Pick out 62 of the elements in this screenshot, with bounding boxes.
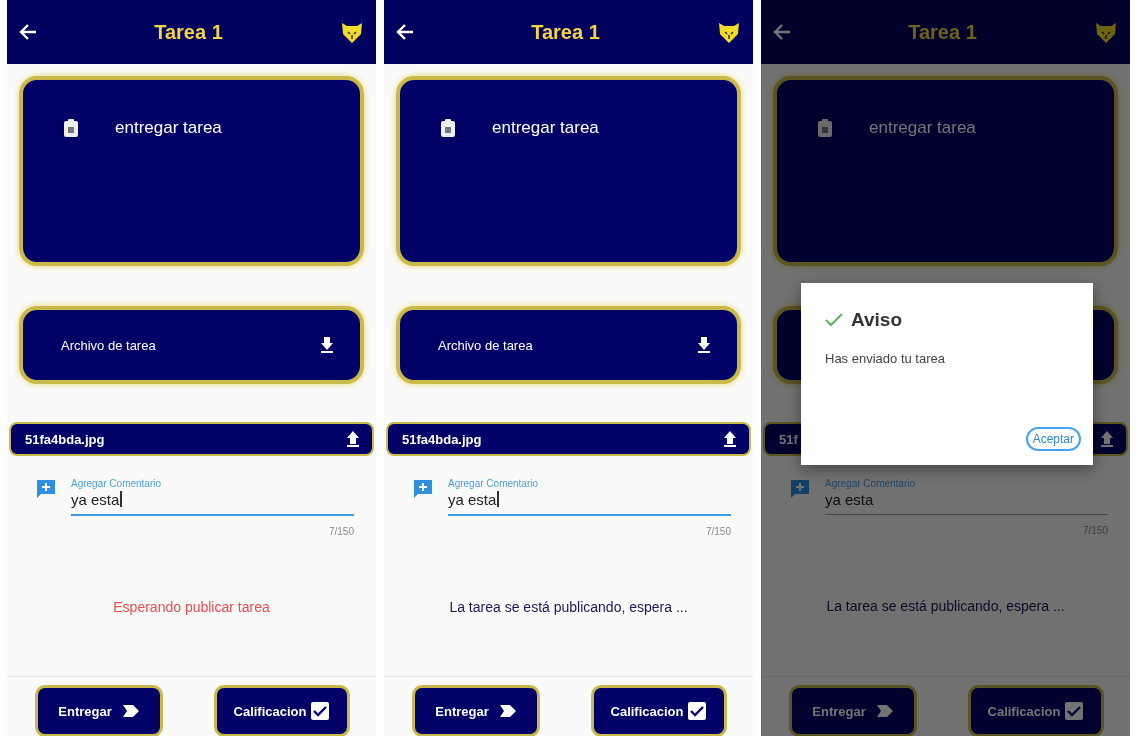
download-icon[interactable]: [697, 336, 711, 354]
upload-bar[interactable]: 51fa4bda.jpg: [9, 422, 374, 456]
character-counter: 7/150: [328, 526, 354, 537]
upload-icon[interactable]: [346, 430, 360, 448]
grade-button[interactable]: Calificacion: [591, 685, 727, 736]
checkbox-icon: [687, 701, 708, 721]
dialog-message: Has enviado tu tarea: [825, 351, 946, 366]
task-card-label: entregar tarea: [869, 118, 976, 138]
comment-field-label: Agregar Comentario: [71, 478, 163, 489]
cat-head-logo-icon: [717, 20, 741, 44]
clipboard-icon: [817, 118, 833, 138]
comment-field-label: Agregar Comentario: [448, 478, 540, 489]
clipboard-icon: [440, 118, 456, 138]
task-card[interactable]: entregar tarea: [773, 76, 1118, 266]
arrow-tag-icon: [498, 704, 517, 718]
dialog-title: Aviso: [851, 309, 903, 331]
grade-button[interactable]: Calificacion: [214, 685, 350, 736]
comment-input-field[interactable]: ya esta: [448, 489, 731, 516]
screen-title: Tarea 1: [908, 20, 977, 44]
add-comment-icon: [789, 478, 811, 500]
file-card-label: Archivo de tarea: [61, 337, 156, 353]
checkbox-icon: [1064, 701, 1085, 721]
upload-icon[interactable]: [723, 430, 737, 448]
status-message: La tarea se está publicando, espera ...: [825, 598, 1066, 614]
text-cursor: [120, 491, 123, 507]
comment-input-field[interactable]: ya esta: [825, 489, 1108, 515]
arrow-tag-icon: [121, 704, 140, 718]
status-message: Esperando publicar tarea: [112, 599, 271, 615]
upload-bar[interactable]: 51fa4bda.jpg: [386, 422, 751, 456]
task-card[interactable]: entregar tarea: [396, 76, 741, 266]
back-arrow-icon[interactable]: [396, 24, 414, 40]
task-card-label: entregar tarea: [492, 118, 599, 138]
file-card-label: Archivo de tarea: [438, 337, 533, 353]
submit-button[interactable]: Entregar: [35, 685, 163, 736]
file-name: 51fa4bda.jpg: [25, 431, 105, 447]
text-cursor: [497, 491, 500, 507]
file-name: 51fa4bda.jpg: [402, 431, 482, 447]
submit-button[interactable]: Entregar: [789, 685, 917, 736]
back-arrow-icon[interactable]: [19, 24, 37, 40]
screen-title: Tarea 1: [531, 20, 600, 44]
add-comment-icon: [35, 478, 57, 500]
submit-button[interactable]: Entregar: [412, 685, 540, 736]
grade-button[interactable]: Calificacion: [968, 685, 1104, 736]
arrow-tag-icon: [875, 704, 894, 718]
clipboard-icon: [63, 118, 79, 138]
task-card[interactable]: entregar tarea: [19, 76, 364, 266]
status-message: La tarea se está publicando, espera ...: [448, 599, 689, 615]
file-card[interactable]: Archivo de tarea: [396, 306, 741, 384]
cat-head-logo-icon: [1094, 20, 1118, 44]
character-counter: 7/150: [705, 526, 731, 537]
accept-button[interactable]: Aceptar: [1025, 427, 1081, 451]
download-icon[interactable]: [320, 336, 334, 354]
comment-field-label: Agregar Comentario: [825, 478, 917, 489]
screen-title: Tarea 1: [154, 20, 223, 44]
comment-input-field[interactable]: ya esta: [71, 489, 354, 516]
cat-head-logo-icon: [340, 20, 364, 44]
add-comment-icon: [412, 478, 434, 500]
checkbox-icon: [310, 701, 331, 721]
task-card-label: entregar tarea: [115, 118, 222, 138]
file-name: 51f: [779, 431, 798, 447]
file-card[interactable]: Archivo de tarea: [19, 306, 364, 384]
checkmark-icon: [825, 313, 843, 327]
